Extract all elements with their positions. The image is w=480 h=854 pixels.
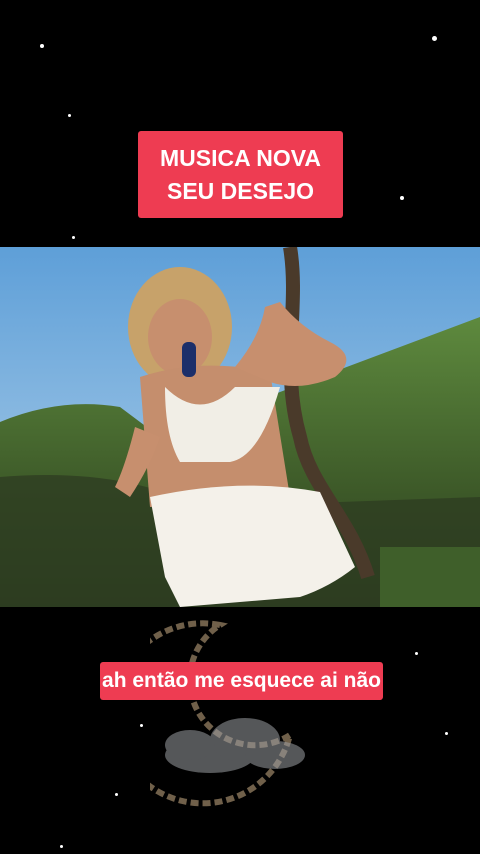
title-line-2: SEU DESEJO bbox=[167, 177, 314, 204]
star bbox=[68, 114, 71, 117]
lyric-caption: ah então me esquece ai não bbox=[100, 662, 383, 700]
star bbox=[40, 44, 44, 48]
star bbox=[72, 236, 75, 239]
video-scene bbox=[0, 247, 480, 607]
star bbox=[400, 196, 404, 200]
moon-icon bbox=[150, 620, 295, 807]
star bbox=[115, 793, 118, 796]
title-banner: MUSICA NOVA SEU DESEJO bbox=[138, 131, 343, 218]
cloud-icon bbox=[165, 718, 305, 773]
moon-cloud-decoration bbox=[150, 620, 305, 807]
title-line-1: MUSICA NOVA bbox=[160, 144, 321, 171]
video-frame[interactable] bbox=[0, 247, 480, 607]
star bbox=[445, 732, 448, 735]
star bbox=[415, 652, 418, 655]
star bbox=[140, 724, 143, 727]
star bbox=[60, 845, 63, 848]
star bbox=[432, 36, 437, 41]
